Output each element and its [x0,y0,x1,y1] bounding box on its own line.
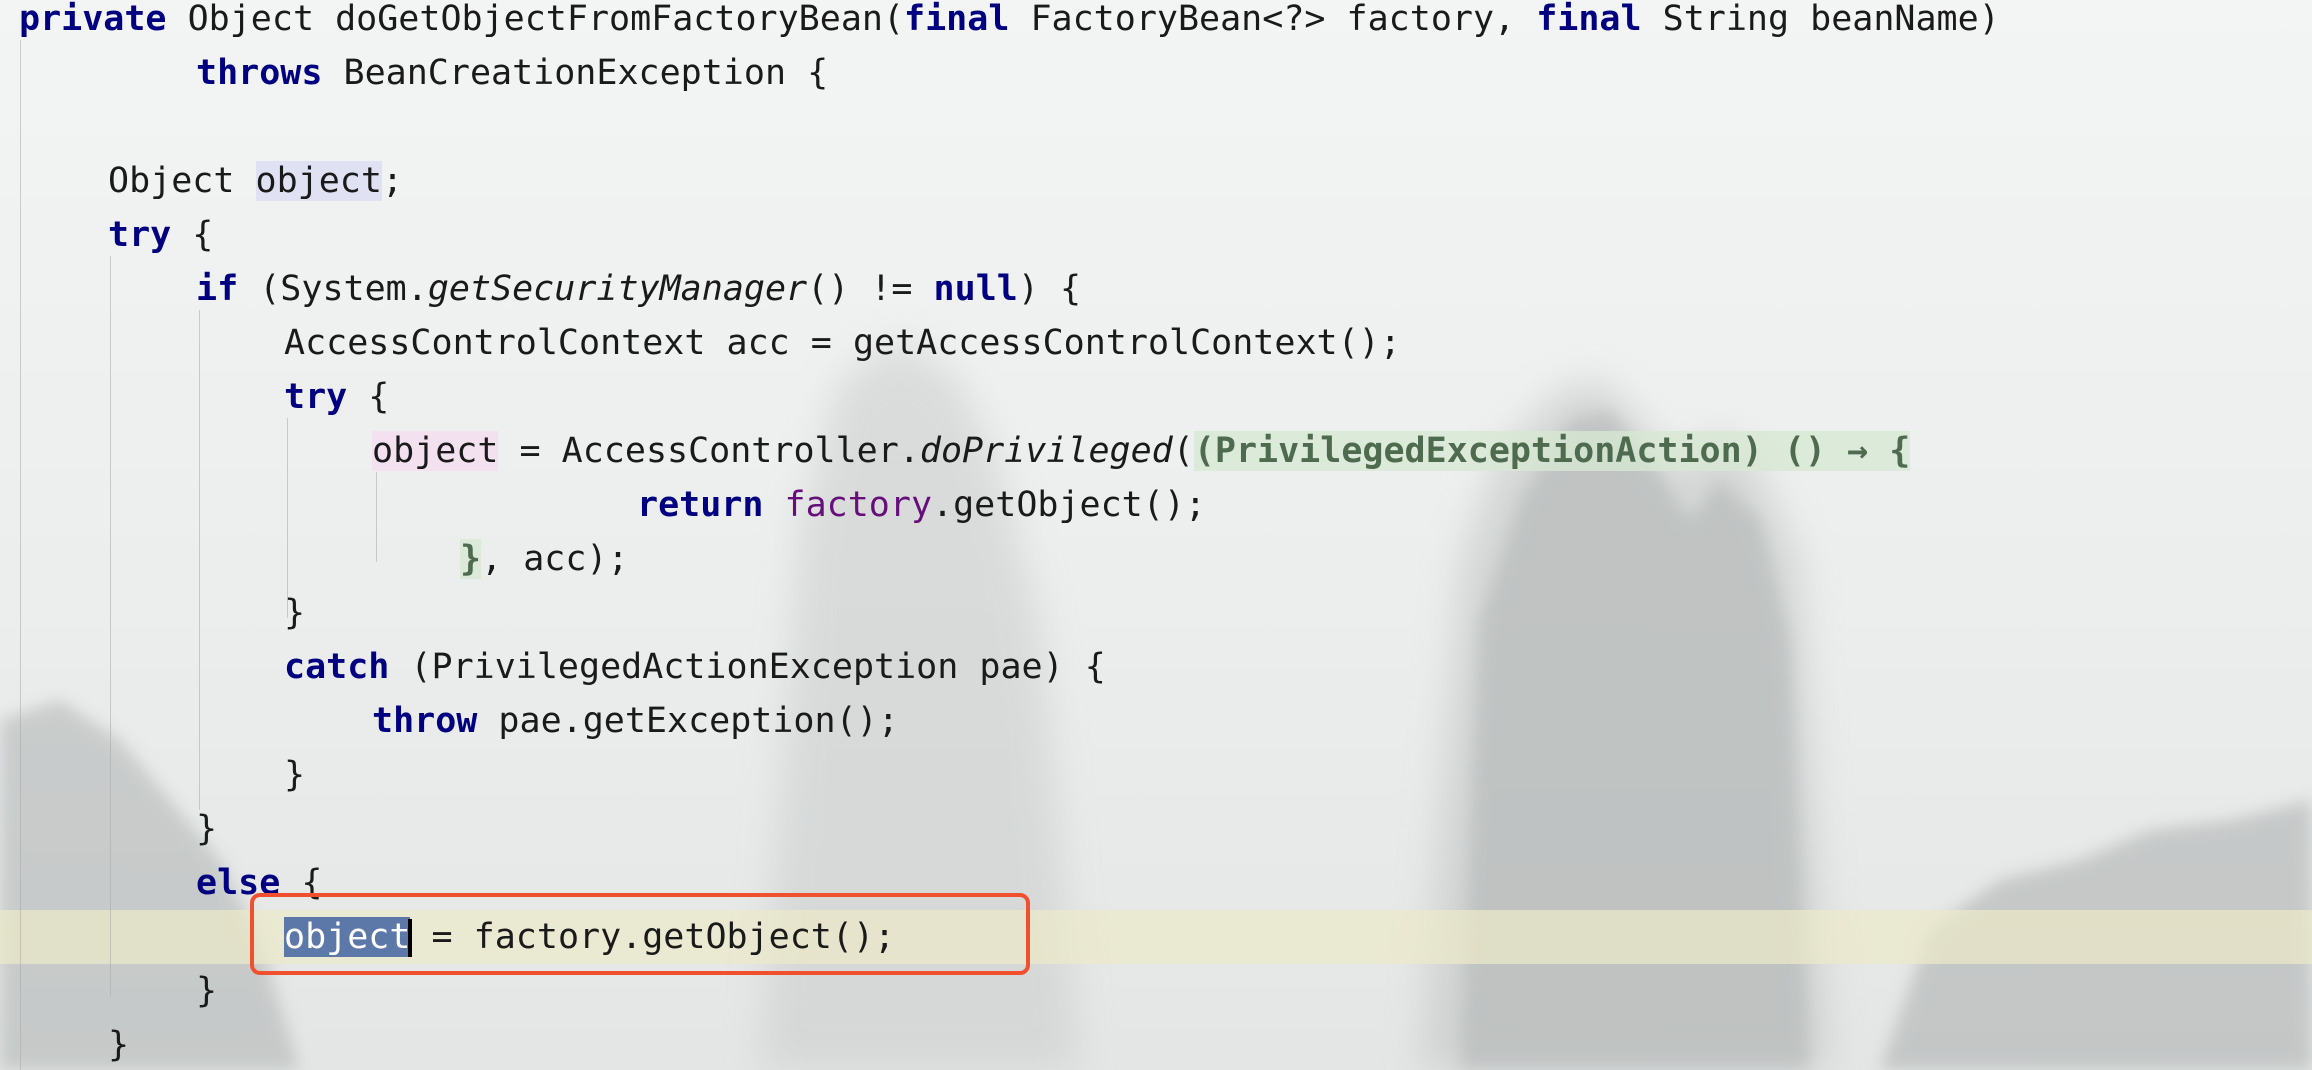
code-token: () != [807,269,934,309]
code-line[interactable]: } [0,586,2312,640]
keyword-token: null [933,269,1018,309]
code-text: try { [284,370,389,424]
code-text: if (System.getSecurityManager() != null)… [196,262,1081,316]
code-token: pae.getException(); [477,701,899,741]
keyword-token: final [904,0,1010,39]
folded-lambda-token: (PrivilegedExceptionAction) () → { [1193,431,1911,471]
code-line[interactable]: throw pae.getException(); [0,694,2312,748]
code-token: } [196,971,218,1011]
code-text: }, acc); [460,532,629,586]
indent-guide [20,40,21,1070]
code-text: AccessControlContext acc = getAccessCont… [284,316,1401,370]
variable-usage-token: object [255,161,382,201]
code-token: .getObject(); [932,485,1206,525]
keyword-token: try [284,377,348,417]
code-token: { [171,215,214,255]
keyword-token: return [637,485,764,525]
indent-guide [287,418,288,618]
code-text: throws BeanCreationException { [196,46,828,100]
code-text: } [108,1018,129,1070]
keyword-token: throw [372,701,478,741]
code-text: } [196,802,217,856]
code-text: throw pae.getException(); [372,694,899,748]
code-token: = AccessController. [498,431,920,471]
variable-usage-token: object [372,431,499,471]
code-token: AccessControlContext acc = getAccessCont… [284,323,1401,363]
code-line[interactable]: }, acc); [0,532,2312,586]
code-token: } [108,1025,130,1065]
code-token: { [347,377,390,417]
code-line[interactable]: return factory.getObject(); [0,478,2312,532]
code-text: } [196,964,217,1018]
code-token: ( [1172,431,1194,471]
code-line[interactable]: private Object doGetObjectFromFactoryBea… [0,0,2312,46]
code-line[interactable]: } [0,1018,2312,1070]
code-token: (System. [238,269,428,309]
code-line[interactable]: } [0,748,2312,802]
code-token: } [284,755,306,795]
code-editor[interactable]: private Object doGetObjectFromFactoryBea… [0,0,2312,1070]
keyword-token: private [19,0,167,39]
indent-guide [199,310,200,810]
code-text: catch (PrivilegedActionException pae) { [284,640,1106,694]
indent-guide [376,472,377,562]
code-line[interactable] [0,100,2312,154]
code-token: , acc); [481,539,629,579]
code-token: ) { [1017,269,1082,309]
keyword-token: throws [196,53,323,93]
code-text: Object object; [108,154,403,208]
folded-lambda-token: } [460,539,482,579]
code-token: BeanCreationException { [322,53,829,93]
keyword-token: final [1536,0,1642,39]
code-line[interactable]: Object object; [0,154,2312,208]
code-line[interactable]: object = AccessController.doPrivileged((… [0,424,2312,478]
code-token: String beanName) [1641,0,2000,39]
code-line[interactable]: catch (PrivilegedActionException pae) { [0,640,2312,694]
code-line[interactable]: } [0,802,2312,856]
annotation-highlight-box [250,893,1030,975]
code-line[interactable]: if (System.getSecurityManager() != null)… [0,262,2312,316]
static-method-token: doPrivileged [919,431,1173,471]
code-text: try { [108,208,213,262]
keyword-token: catch [284,647,390,687]
keyword-token: try [108,215,172,255]
code-token: (PrivilegedActionException pae) { [389,647,1106,687]
static-method-token: getSecurityManager [427,269,808,309]
code-line[interactable]: try { [0,370,2312,424]
code-token: Object doGetObjectFromFactoryBean( [166,0,905,39]
keyword-token: if [196,269,239,309]
code-token: ; [381,161,404,201]
code-line[interactable]: throws BeanCreationException { [0,46,2312,100]
code-token: Object [108,161,256,201]
field-token: factory [784,485,933,525]
code-text: } [284,748,305,802]
code-token: FactoryBean<?> factory, [1009,0,1537,39]
code-token: } [196,809,218,849]
code-line[interactable]: try { [0,208,2312,262]
indent-guide [110,256,111,996]
code-text: return factory.getObject(); [637,478,1206,532]
code-line[interactable]: AccessControlContext acc = getAccessCont… [0,316,2312,370]
code-text: private Object doGetObjectFromFactoryBea… [19,0,2000,46]
code-text: object = AccessController.doPrivileged((… [372,424,1911,478]
